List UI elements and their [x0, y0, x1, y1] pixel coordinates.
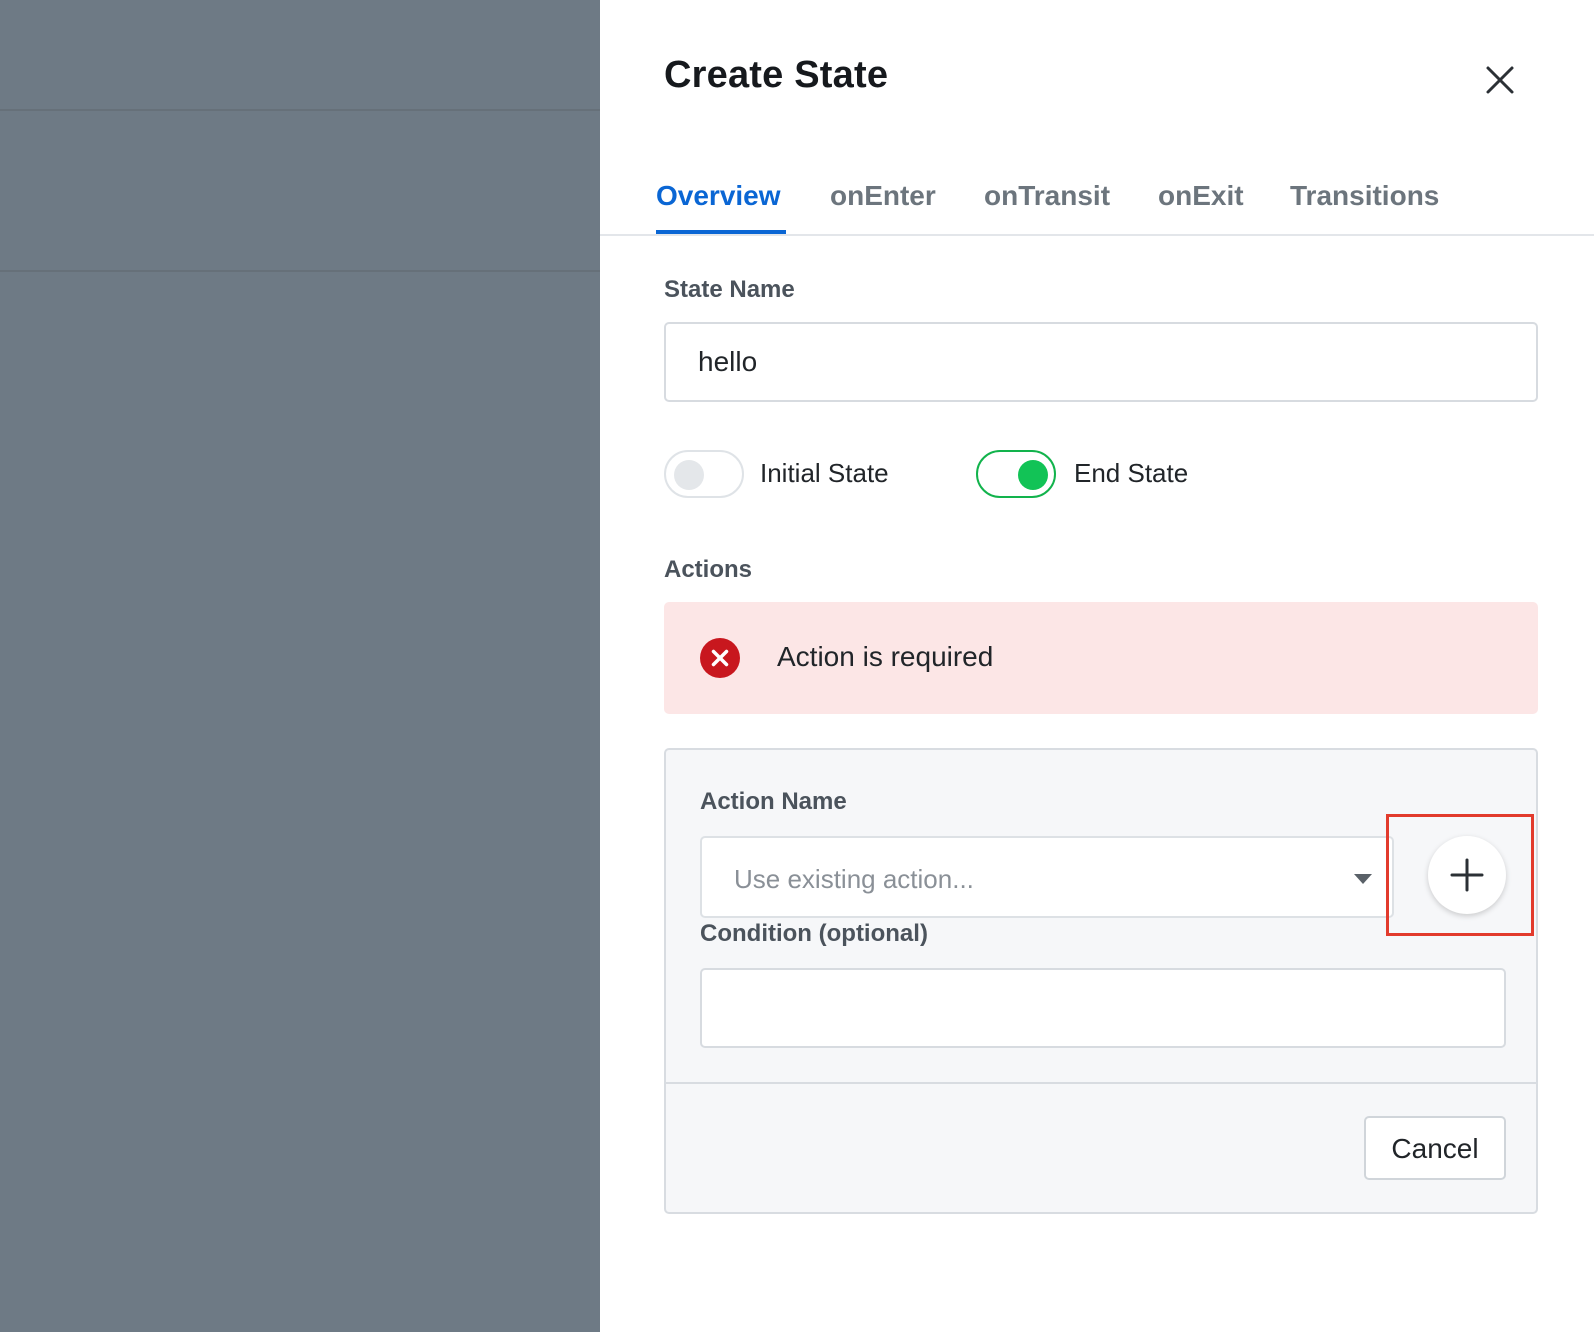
add-action-button[interactable] [1428, 836, 1506, 914]
actions-label: Actions [664, 556, 753, 583]
cancel-button[interactable]: Cancel [1364, 1116, 1506, 1180]
active-tab-indicator [656, 230, 786, 234]
end-state-label: End State [1074, 458, 1189, 488]
tab-ontransit[interactable]: onTransit [984, 180, 1110, 212]
toggle-knob [674, 460, 704, 490]
tab-bar: Overview onEnter onTransit onExit Transi… [600, 168, 1594, 236]
close-button[interactable] [1482, 62, 1518, 98]
caret-down-icon [1354, 874, 1372, 884]
error-icon [700, 638, 740, 678]
tab-onexit[interactable]: onExit [1158, 180, 1244, 212]
state-name-input[interactable] [664, 322, 1538, 402]
initial-state-toggle[interactable] [664, 450, 744, 498]
dialog-title: Create State [664, 54, 889, 96]
initial-state-label: Initial State [760, 458, 889, 488]
backdrop-divider [0, 270, 600, 272]
tab-transitions[interactable]: Transitions [1290, 180, 1439, 212]
action-select-placeholder: Use existing action... [734, 864, 974, 894]
tab-onenter[interactable]: onEnter [830, 180, 936, 212]
end-state-toggle[interactable] [976, 450, 1056, 498]
action-name-label: Action Name [700, 788, 847, 815]
condition-input[interactable] [700, 968, 1506, 1048]
action-panel: Action Name Use existing action... Condi… [664, 748, 1538, 1214]
modal-backdrop[interactable] [0, 0, 600, 1332]
tab-overview[interactable]: Overview [656, 180, 781, 212]
backdrop-divider [0, 109, 600, 111]
create-state-drawer: Create State Overview onEnter onTransit … [600, 0, 1594, 1332]
close-icon [1486, 66, 1514, 94]
plus-icon [1450, 858, 1484, 892]
error-alert: Action is required [664, 602, 1538, 714]
alert-message: Action is required [777, 641, 994, 672]
action-select[interactable]: Use existing action... [700, 836, 1394, 918]
state-name-label: State Name [664, 276, 795, 303]
toggle-knob [1018, 460, 1048, 490]
panel-divider [666, 1082, 1536, 1084]
condition-label: Condition (optional) [700, 920, 928, 947]
